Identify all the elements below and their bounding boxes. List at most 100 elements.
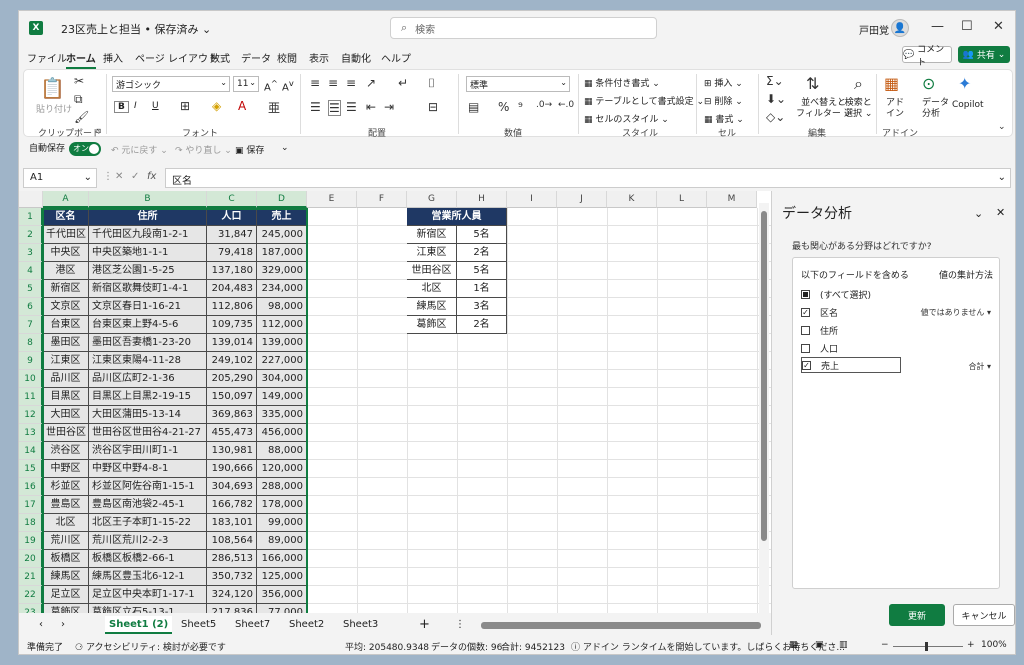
format-painter-icon[interactable]: 🖌 xyxy=(74,110,89,124)
table-cell[interactable]: 150,097 xyxy=(207,388,257,406)
row-header[interactable]: 10 xyxy=(19,370,43,388)
table-cell[interactable]: 77,000 xyxy=(257,604,307,613)
table-cell[interactable]: 456,000 xyxy=(257,424,307,442)
row-header[interactable]: 20 xyxy=(19,550,43,568)
field-checkbox[interactable]: ✓ xyxy=(801,308,810,317)
table-cell[interactable]: 目黒区上目黒2-19-15 xyxy=(89,388,207,406)
column-header[interactable]: I xyxy=(507,191,557,208)
field-checkbox[interactable]: ✓ xyxy=(802,360,811,370)
copy-icon[interactable]: ⧉ xyxy=(74,92,83,107)
table-cell[interactable]: 世田谷区 xyxy=(43,424,89,442)
minimize-icon[interactable]: — xyxy=(931,19,944,34)
table-cell[interactable]: 文京区 xyxy=(43,298,89,316)
bold-button[interactable]: B xyxy=(114,101,129,113)
table-cell[interactable]: 江東区 xyxy=(43,352,89,370)
phonetic-icon[interactable]: 亜 xyxy=(268,99,280,116)
staff-table-cell[interactable]: 江東区 xyxy=(407,244,457,262)
table-cell[interactable]: 中央区 xyxy=(43,244,89,262)
add-sheet-icon[interactable]: + xyxy=(415,616,434,634)
decimal-increase-icon[interactable]: .0→ xyxy=(536,100,552,110)
currency-icon[interactable]: ▤ xyxy=(468,100,479,114)
table-cell[interactable]: 渋谷区 xyxy=(43,442,89,460)
table-cell[interactable]: 墨田区吾妻橋1-23-20 xyxy=(89,334,207,352)
table-cell[interactable]: 北区王子本町1-15-22 xyxy=(89,514,207,532)
staff-table-cell[interactable]: 北区 xyxy=(407,280,457,298)
tab-view[interactable]: 表示 xyxy=(309,50,329,65)
column-header[interactable]: G xyxy=(407,191,457,208)
table-format-button[interactable]: ▦ テーブルとして書式設定 ⌄ xyxy=(584,94,704,107)
sort-filter-label[interactable]: 並べ替えと フィルター ⌄ xyxy=(796,98,851,120)
table-cell[interactable]: 港区芝公園1-5-25 xyxy=(89,262,207,280)
row-header[interactable]: 9 xyxy=(19,352,43,370)
row-header[interactable]: 7 xyxy=(19,316,43,334)
align-top-icon[interactable]: ≡ xyxy=(310,76,320,90)
sort-filter-icon[interactable]: ⇅ xyxy=(806,74,819,93)
table-cell[interactable]: 文京区春日1-16-21 xyxy=(89,298,207,316)
zoom-in-icon[interactable]: + xyxy=(967,640,975,650)
table-cell[interactable]: 港区 xyxy=(43,262,89,280)
page-break-view-icon[interactable]: ▥ xyxy=(839,640,848,650)
table-cell[interactable]: 世田谷区世田谷4-21-27 xyxy=(89,424,207,442)
tab-automate[interactable]: 自動化 xyxy=(341,50,371,65)
table-cell[interactable]: 練馬区豊玉北6-12-1 xyxy=(89,568,207,586)
zoom-out-icon[interactable]: − xyxy=(881,640,889,650)
column-header[interactable]: H xyxy=(457,191,507,208)
comment-button[interactable]: 💬 コメント xyxy=(902,45,952,68)
fill-icon[interactable]: ⬇⌄ xyxy=(766,92,786,106)
font-size-select[interactable]: 11 ⌄ xyxy=(233,76,259,92)
row-header[interactable]: 2 xyxy=(19,226,43,244)
table-cell[interactable]: 墨田区 xyxy=(43,334,89,352)
column-header[interactable]: M xyxy=(707,191,757,208)
clipboard-launcher-icon[interactable]: ⧅ xyxy=(96,126,101,136)
table-cell[interactable]: 350,732 xyxy=(207,568,257,586)
redo-button[interactable]: ↷ やり直し ⌄ xyxy=(175,143,232,156)
delete-cells-button[interactable]: ⊟ 削除 ⌄ xyxy=(704,94,743,107)
table-cell[interactable]: 356,000 xyxy=(257,586,307,604)
row-header[interactable]: 13 xyxy=(19,424,43,442)
pane-close-icon[interactable]: ✕ xyxy=(996,206,1005,219)
table-cell[interactable]: 北区 xyxy=(43,514,89,532)
table-cell[interactable]: 139,014 xyxy=(207,334,257,352)
table-cell[interactable]: 187,000 xyxy=(257,244,307,262)
formula-more-icon[interactable]: ⋮ xyxy=(103,171,113,182)
fill-color-icon[interactable]: ◈ xyxy=(212,99,221,113)
row-header[interactable]: 11 xyxy=(19,388,43,406)
column-header[interactable]: E xyxy=(307,191,357,208)
row-header[interactable]: 3 xyxy=(19,244,43,262)
data-analysis-label[interactable]: データ 分析 xyxy=(922,98,949,120)
row-header[interactable]: 18 xyxy=(19,514,43,532)
table-cell[interactable]: 108,564 xyxy=(207,532,257,550)
staff-table-cell[interactable]: 新宿区 xyxy=(407,226,457,244)
close-icon[interactable]: ✕ xyxy=(993,19,1004,34)
table-cell[interactable]: 荒川区荒川2-2-3 xyxy=(89,532,207,550)
aggregate-dropdown[interactable]: 値ではありません ▾ xyxy=(921,307,991,318)
table-cell[interactable]: 109,735 xyxy=(207,316,257,334)
table-header-cell[interactable]: 人口 xyxy=(207,208,257,226)
table-cell[interactable]: 中央区築地1-1-1 xyxy=(89,244,207,262)
table-cell[interactable]: 大田区 xyxy=(43,406,89,424)
zoom-slider[interactable] xyxy=(893,646,963,647)
font-color-icon[interactable]: A xyxy=(238,99,246,113)
table-cell[interactable]: 455,473 xyxy=(207,424,257,442)
align-bottom-icon[interactable]: ≡ xyxy=(346,76,356,90)
merge-center-icon[interactable]: ⊟ xyxy=(428,100,438,114)
user-name[interactable]: 戸田覚 xyxy=(859,22,889,37)
paste-icon[interactable]: 📋 xyxy=(40,76,65,100)
row-header[interactable]: 12 xyxy=(19,406,43,424)
pane-options-icon[interactable]: ⌄ xyxy=(974,207,983,220)
table-cell[interactable]: 江東区東陽4-11-28 xyxy=(89,352,207,370)
column-header[interactable]: D xyxy=(257,191,307,208)
staff-table-cell[interactable]: 世田谷区 xyxy=(407,262,457,280)
table-cell[interactable]: 渋谷区宇田川町1-1 xyxy=(89,442,207,460)
addin-icon[interactable]: ▦ xyxy=(884,74,899,93)
underline-button[interactable]: U xyxy=(152,101,159,111)
search-box[interactable]: ⌕ 検索 xyxy=(390,17,657,39)
tab-review[interactable]: 校閲 xyxy=(277,50,297,65)
table-cell[interactable]: 中野区 xyxy=(43,460,89,478)
staff-table-cell[interactable]: 葛飾区 xyxy=(407,316,457,334)
row-header[interactable]: 6 xyxy=(19,298,43,316)
table-cell[interactable]: 31,847 xyxy=(207,226,257,244)
sheet-tab-4[interactable]: Sheet2 xyxy=(285,616,328,634)
table-cell[interactable]: 130,981 xyxy=(207,442,257,460)
table-cell[interactable]: 190,666 xyxy=(207,460,257,478)
